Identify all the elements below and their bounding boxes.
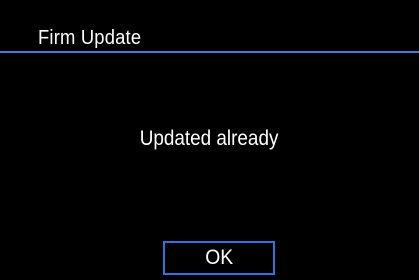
page-title: Firm Update bbox=[38, 27, 142, 49]
header-divider bbox=[0, 51, 419, 53]
firmware-update-screen: Firm Update Updated already OK bbox=[0, 0, 419, 280]
ok-button-label: OK bbox=[205, 246, 233, 269]
status-message: Updated already bbox=[0, 126, 419, 152]
status-message-text: Updated already bbox=[140, 127, 279, 150]
ok-button[interactable]: OK bbox=[163, 241, 275, 275]
screen-header: Firm Update bbox=[0, 0, 419, 53]
